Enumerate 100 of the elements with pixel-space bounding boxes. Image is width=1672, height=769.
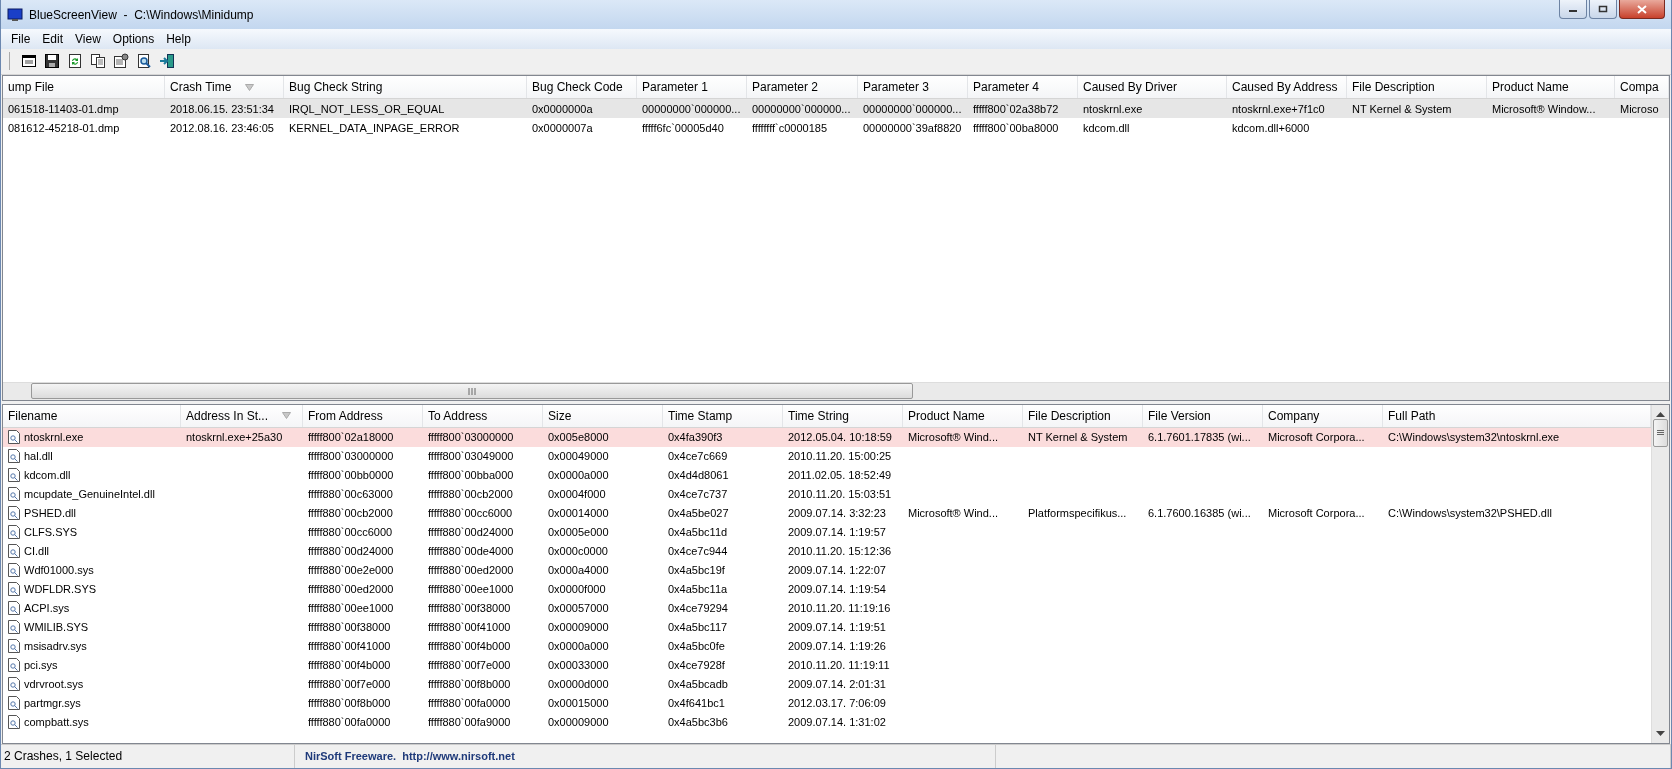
app-icon bbox=[7, 6, 23, 23]
column-title: File Description bbox=[1028, 408, 1111, 423]
save-icon bbox=[44, 53, 60, 70]
column-header[interactable]: From Address bbox=[303, 404, 423, 427]
column-header[interactable]: Company bbox=[1263, 404, 1383, 427]
column-header[interactable]: Product Name bbox=[903, 404, 1023, 427]
table-cell: fffff880`00ed2000 bbox=[428, 564, 514, 576]
table-row[interactable]: WDFLDR.SYS fffff880`00ed2000 fffff880`00ee1000 0x0000f000 0x4a5bc11a 2009.07.14. 1:19:54 bbox=[3, 579, 1651, 599]
table-cell: msisadrv.sys bbox=[24, 640, 87, 652]
maximize-button[interactable] bbox=[1589, 0, 1617, 19]
column-header[interactable]: File Description bbox=[1347, 76, 1487, 99]
table-cell: 0x4f641bc1 bbox=[668, 697, 725, 709]
table-row[interactable]: partmgr.sys fffff880`00f8b000 fffff880`00fa0000 0x00015000 0x4f641bc1 2012.03.17. 7:06:09 bbox=[3, 693, 1651, 713]
column-title: Parameter 1 bbox=[642, 80, 709, 95]
table-cell: 2009.07.14. 1:19:51 bbox=[788, 621, 886, 633]
vertical-scrollbar[interactable] bbox=[1651, 404, 1669, 743]
column-header[interactable]: Compa bbox=[1615, 76, 1669, 99]
column-header[interactable]: Product Name bbox=[1487, 76, 1615, 99]
column-header[interactable]: To Address bbox=[423, 404, 543, 427]
file-icon bbox=[8, 506, 20, 520]
column-header[interactable]: Parameter 3 bbox=[858, 76, 968, 99]
column-header[interactable]: Caused By Address bbox=[1227, 76, 1347, 99]
table-cell: ntoskrnl.exe+7f1c0 bbox=[1232, 102, 1325, 115]
table-cell: hal.dll bbox=[24, 450, 53, 462]
menu-item[interactable]: Options bbox=[106, 29, 161, 48]
table-row[interactable]: kdcom.dll fffff800`00bb0000 fffff800`00bba000 0x0000a000 0x4d4d8061 2011.02.05. 18:52:49 bbox=[3, 465, 1651, 485]
close-button[interactable] bbox=[1619, 0, 1665, 19]
table-row[interactable] bbox=[3, 99, 1669, 119]
table-cell: 0x4a5bc11d bbox=[668, 526, 728, 538]
column-header[interactable]: Parameter 4 bbox=[968, 76, 1078, 99]
horizontal-scrollbar[interactable] bbox=[3, 381, 1669, 400]
table-row[interactable]: compbatt.sys fffff880`00fa0000 fffff880`00fa9000 0x00009000 0x4a5bc3b6 2009.07.14. 1:31:02 bbox=[3, 712, 1651, 732]
column-header[interactable]: Filename bbox=[3, 404, 181, 427]
menu-item[interactable]: View bbox=[69, 29, 107, 48]
minimize-button[interactable] bbox=[1559, 0, 1587, 19]
column-header[interactable]: File Version bbox=[1143, 404, 1263, 427]
table-cell: 0x000c0000 bbox=[548, 545, 608, 557]
table-cell: PSHED.dll bbox=[24, 507, 76, 519]
column-header[interactable]: Parameter 2 bbox=[747, 76, 858, 99]
column-header[interactable]: Bug Check Code bbox=[527, 76, 637, 99]
table-row[interactable]: hal.dll fffff800`03000000 fffff800`03049000 0x00049000 0x4ce7c669 2010.11.20. 15:00:25 bbox=[3, 446, 1651, 466]
table-cell: fffff880`00cc6000 bbox=[428, 507, 513, 519]
table-cell: 2009.07.14. 1:31:02 bbox=[788, 716, 886, 728]
table-row[interactable]: WMILIB.SYS fffff880`00f38000 fffff880`00f41000 0x00009000 0x4a5bc117 2009.07.14. 1:19:51 bbox=[3, 617, 1651, 637]
column-header[interactable]: Parameter 1 bbox=[637, 76, 747, 99]
table-row[interactable]: CI.dll fffff880`00d24000 fffff880`00de4000 0x000c0000 0x4ce7c944 2010.11.20. 15:12:36 bbox=[3, 541, 1651, 561]
column-title: File Description bbox=[1352, 80, 1435, 95]
menu-item[interactable]: Edit bbox=[36, 29, 70, 48]
table-cell: 00000000`000000... bbox=[752, 102, 851, 115]
column-header[interactable]: Time String bbox=[783, 404, 903, 427]
menu-item[interactable]: File bbox=[5, 29, 37, 48]
grip-icon bbox=[468, 387, 476, 395]
table-cell: fffff880`00cb2000 bbox=[308, 507, 393, 519]
column-header[interactable]: Crash Time bbox=[165, 76, 284, 99]
column-title: Product Name bbox=[908, 408, 985, 423]
table-row[interactable]: msisadrv.sys fffff880`00f41000 fffff880`00f4b000 0x0000a000 0x4a5bc0fe 2009.07.14. 1:19:26 bbox=[3, 636, 1651, 656]
table-cell: 2009.07.14. 1:19:54 bbox=[788, 583, 886, 595]
table-cell: 2009.07.14. 1:19:57 bbox=[788, 526, 886, 538]
table-row[interactable]: 081612-45218-01.dmp 2012.08.16. 23:46:05 KERNEL_DATA_INPAGE_ERROR 0x0000007a fffff6fc`00005d40 ffffffff`c0000185 00000000`39af8820 fffff800`00ba8000 kdcom.dll kdcom.dll+6000 bbox=[3, 118, 1669, 138]
table-row[interactable]: Wdf01000.sys fffff880`00e2e000 fffff880`00ed2000 0x000a4000 0x4a5bc19f 2009.07.14. 1:22:07 bbox=[3, 560, 1651, 580]
table-cell: ACPI.sys bbox=[24, 602, 70, 614]
table-cell: 2012.08.16. 23:46:05 bbox=[170, 121, 274, 134]
column-title: Compa bbox=[1620, 80, 1659, 95]
table-cell: 0x4ce7c669 bbox=[668, 450, 728, 462]
window-title: BlueScreenView - C:\Windows\Minidump bbox=[29, 7, 254, 22]
table-cell: 0x0005e000 bbox=[548, 526, 609, 538]
file-icon bbox=[8, 582, 20, 596]
table-cell: 0x4ce7928f bbox=[668, 659, 725, 671]
table-row[interactable]: pci.sys fffff880`00f4b000 fffff880`00f7e000 0x00033000 0x4ce7928f 2010.11.20. 11:19:11 bbox=[3, 655, 1651, 675]
table-row[interactable]: CLFS.SYS fffff880`00cc6000 fffff880`00d24000 0x0005e000 0x4a5bc11d 2009.07.14. 1:19:57 bbox=[3, 522, 1651, 542]
table-cell: 0x4a5bc19f bbox=[668, 564, 725, 576]
column-header[interactable]: Caused By Driver bbox=[1078, 76, 1227, 99]
table-cell: 081612-45218-01.dmp bbox=[8, 121, 120, 134]
column-header[interactable]: ump File bbox=[3, 76, 165, 99]
table-cell: 0x4a5bc0fe bbox=[668, 640, 725, 652]
column-header[interactable]: Bug Check String bbox=[284, 76, 527, 99]
table-cell: 0x00014000 bbox=[548, 507, 609, 519]
table-cell: 0x4a5bc117 bbox=[668, 621, 728, 633]
table-row[interactable]: mcupdate_GenuineIntel.dll fffff880`00c63000 fffff880`00cb2000 0x0004f000 0x4ce7c737 2010.11.20. 15:03:51 bbox=[3, 484, 1651, 504]
table-cell: ntoskrnl.exe bbox=[24, 431, 84, 443]
column-title: File Version bbox=[1148, 408, 1211, 423]
table-cell: 0x4a5bc3b6 bbox=[668, 716, 728, 728]
column-header[interactable]: Address In St... bbox=[181, 404, 303, 427]
column-header[interactable]: File Description bbox=[1023, 404, 1143, 427]
table-cell: fffff880`00fa0000 bbox=[428, 697, 511, 709]
table-row[interactable]: ACPI.sys fffff880`00ee1000 fffff880`00f38000 0x00057000 0x4ce79294 2010.11.20. 11:19:16 bbox=[3, 598, 1651, 618]
file-icon bbox=[8, 449, 20, 463]
table-cell: 0x00033000 bbox=[548, 659, 609, 671]
table-cell: fffff880`00de4000 bbox=[428, 545, 514, 557]
file-icon bbox=[8, 677, 20, 691]
table-row[interactable]: vdrvroot.sys fffff880`00f7e000 fffff880`00f8b000 0x0000d000 0x4a5bcadb 2009.07.14. 2:01:31 bbox=[3, 674, 1651, 694]
column-title: Time Stamp bbox=[668, 408, 733, 423]
column-title: Crash Time bbox=[170, 80, 232, 95]
column-header[interactable]: Time Stamp bbox=[663, 404, 783, 427]
column-header[interactable]: Size bbox=[543, 404, 663, 427]
table-cell: Microso bbox=[1620, 102, 1659, 115]
table-cell: ntoskrnl.exe bbox=[1083, 102, 1143, 115]
menu-item[interactable]: Help bbox=[160, 29, 197, 48]
table-cell: Microsoft Corpora... bbox=[1268, 431, 1365, 443]
website-link[interactable]: NirSoft Freeware. http://www.nirsoft.net bbox=[305, 750, 515, 763]
